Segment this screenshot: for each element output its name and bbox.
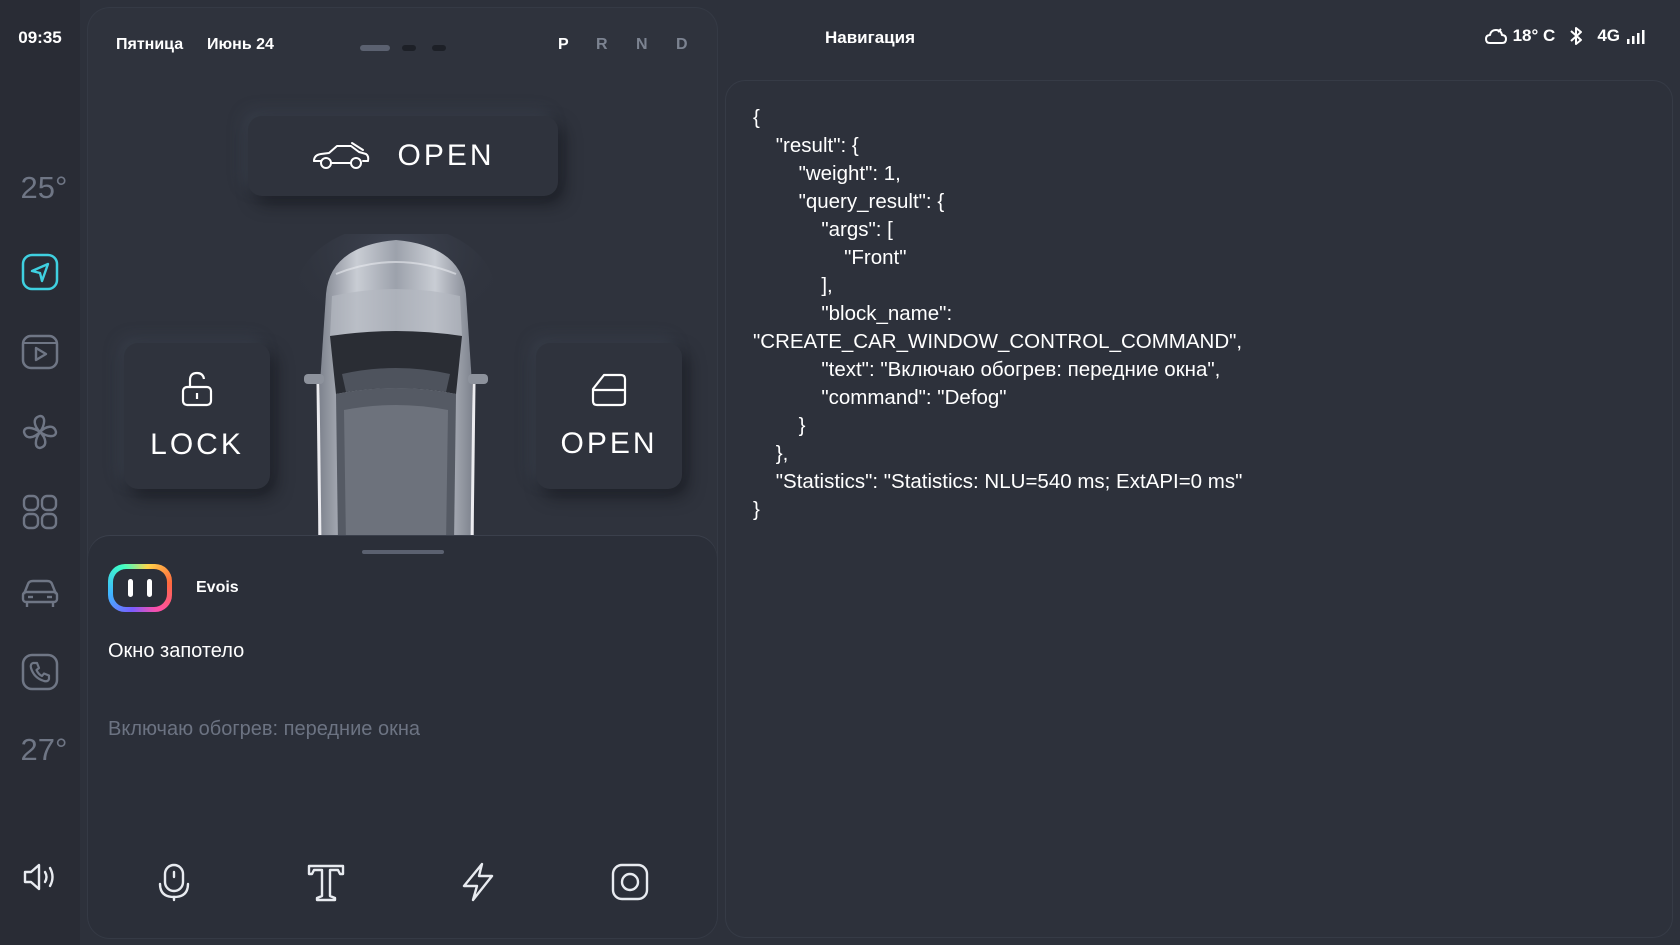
door-open-label: OPEN bbox=[560, 427, 658, 460]
door-open-button[interactable]: OPEN bbox=[536, 343, 682, 489]
fan-icon[interactable] bbox=[20, 412, 60, 452]
car-icon[interactable] bbox=[20, 572, 60, 612]
phone-icon[interactable] bbox=[20, 652, 60, 692]
microphone-icon[interactable] bbox=[150, 858, 198, 906]
sheet-handle[interactable] bbox=[362, 550, 444, 554]
day-of-week: Пятница bbox=[116, 36, 184, 53]
outside-temperature: 18° C bbox=[1512, 26, 1556, 45]
trunk-open-button[interactable]: OPEN bbox=[248, 116, 558, 196]
unlock-icon bbox=[181, 371, 213, 407]
volume-icon[interactable] bbox=[20, 857, 60, 897]
text-input-icon[interactable] bbox=[302, 858, 350, 906]
gear-d: D bbox=[676, 36, 688, 53]
left-rail bbox=[0, 0, 80, 945]
assistant-sheet: Evois Окно запотело Включаю обогрев: пер… bbox=[88, 536, 717, 938]
assistant-name: Evois bbox=[196, 579, 239, 596]
json-response-panel: { "result": { "weight": 1, "query_result… bbox=[725, 80, 1673, 938]
json-response-text: { "result": { "weight": 1, "query_result… bbox=[753, 106, 1243, 521]
weather-cloud-icon bbox=[1484, 28, 1507, 44]
assistant-logo bbox=[108, 564, 172, 612]
apps-grid-icon[interactable] bbox=[20, 492, 60, 532]
lightning-icon[interactable] bbox=[454, 858, 502, 906]
user-utterance: Окно запотело bbox=[108, 640, 245, 662]
page-indicator[interactable] bbox=[432, 45, 446, 51]
gear-r: R bbox=[596, 36, 608, 53]
camera-icon[interactable] bbox=[606, 858, 654, 906]
navigation-tab[interactable]: Навигация bbox=[825, 28, 915, 48]
signal-strength-icon bbox=[1627, 30, 1645, 44]
gear-p: P bbox=[558, 36, 569, 53]
date: Июнь 24 bbox=[207, 36, 274, 53]
car-top-view bbox=[296, 234, 496, 544]
window-icon bbox=[591, 373, 627, 407]
driver-temperature[interactable]: 25° bbox=[0, 170, 88, 206]
gear-n: N bbox=[636, 36, 648, 53]
network-type: 4G bbox=[1597, 26, 1620, 45]
lock-button[interactable]: LOCK bbox=[124, 343, 270, 489]
assistant-reply: Включаю обогрев: передние окна bbox=[108, 718, 420, 740]
bluetooth-icon bbox=[1570, 27, 1583, 45]
page-indicator[interactable] bbox=[402, 45, 416, 51]
lock-label: LOCK bbox=[150, 428, 244, 461]
status-bar: 18° C 4G bbox=[1484, 26, 1646, 46]
trunk-open-label: OPEN bbox=[397, 139, 495, 172]
page-indicator-active[interactable] bbox=[360, 45, 390, 51]
clock: 09:35 bbox=[18, 28, 62, 47]
passenger-temperature[interactable]: 27° bbox=[0, 732, 88, 768]
navigation-icon[interactable] bbox=[20, 252, 60, 292]
vehicle-panel: Пятница Июнь 24 P R N D OPEN LOCK OPEN E… bbox=[88, 8, 717, 938]
media-play-icon[interactable] bbox=[20, 332, 60, 372]
car-side-icon bbox=[313, 142, 370, 169]
